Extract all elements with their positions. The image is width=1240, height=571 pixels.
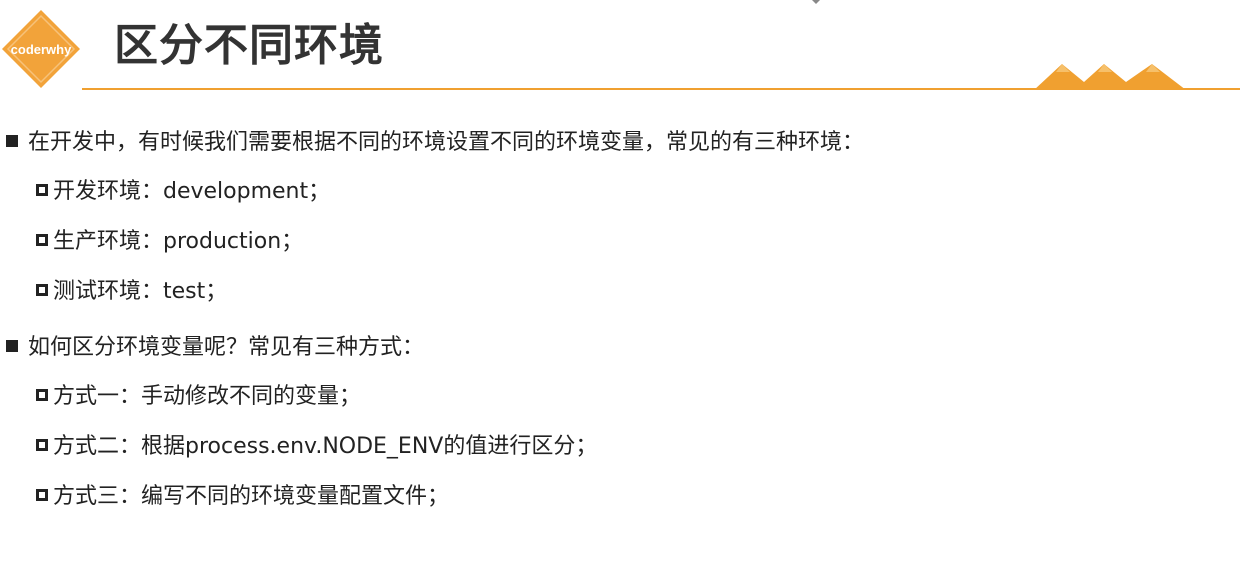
hollow-square-bullet-icon [36,489,48,501]
logo-text: coderwhy [10,42,72,57]
item-text: 测试环境：test； [53,279,228,304]
item-text: 方式一：手动修改不同的变量； [53,384,362,409]
coderwhy-logo: coderwhy [0,8,82,90]
section-text: 在开发中，有时候我们需要根据不同的环境设置不同的环境变量，常见的有三种环境： [28,130,865,155]
slide: coderwhy 区分不同环境 在开发中，有时候我们需要根据不同的环境设置不同的… [0,0,1240,571]
list-item: 测试环境：test； [36,277,227,307]
section-text: 如何区分环境变量呢？常见有三种方式： [28,335,425,360]
hollow-square-bullet-icon [36,234,48,246]
item-text: 生产环境：production； [53,229,304,254]
page-title: 区分不同环境 [114,20,384,71]
hollow-square-bullet-icon [36,284,48,296]
filled-square-bullet-icon [6,135,18,147]
list-item: 生产环境：production； [36,227,303,257]
hollow-square-bullet-icon [36,439,48,451]
list-item: 方式一：手动修改不同的变量； [36,382,361,412]
list-item: 开发环境：development； [36,177,330,207]
item-text: 方式二：根据process.env.NODE_ENV的值进行区分； [53,434,598,459]
item-text: 方式三：编写不同的环境变量配置文件； [53,484,450,509]
list-item: 如何区分环境变量呢？常见有三种方式： [6,333,424,363]
hollow-square-bullet-icon [36,389,48,401]
list-item: 方式二：根据process.env.NODE_ENV的值进行区分； [36,432,597,462]
hollow-square-bullet-icon [36,184,48,196]
item-text: 开发环境：development； [53,179,331,204]
list-item: 在开发中，有时候我们需要根据不同的环境设置不同的环境变量，常见的有三种环境： [6,128,864,158]
cursor-mark-icon [812,0,820,4]
filled-square-bullet-icon [6,340,18,352]
mountains-decoration-icon [1034,64,1186,90]
list-item: 方式三：编写不同的环境变量配置文件； [36,482,449,512]
